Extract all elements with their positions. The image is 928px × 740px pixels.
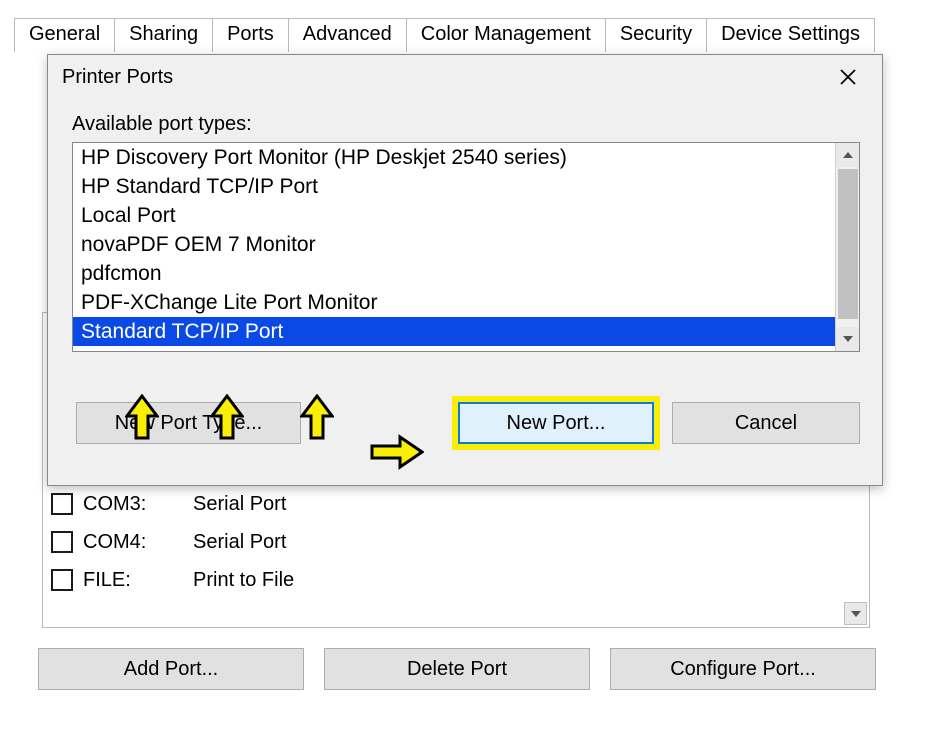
port-desc: Serial Port bbox=[193, 531, 286, 554]
tab-security[interactable]: Security bbox=[605, 18, 707, 52]
port-name: COM3: bbox=[83, 493, 193, 516]
port-checkbox[interactable] bbox=[51, 493, 73, 515]
port-action-buttons: Add Port... Delete Port Configure Port..… bbox=[38, 648, 876, 690]
tab-sharing[interactable]: Sharing bbox=[114, 18, 213, 52]
scroll-down-icon[interactable] bbox=[836, 327, 859, 351]
dialog-titlebar: Printer Ports bbox=[48, 55, 882, 99]
port-types-listbox[interactable]: HP Discovery Port Monitor (HP Deskjet 25… bbox=[72, 142, 860, 352]
port-row[interactable]: FILE: Print to File bbox=[43, 561, 869, 599]
dialog-title: Printer Ports bbox=[62, 66, 173, 89]
port-name: FILE: bbox=[83, 569, 193, 592]
delete-port-button[interactable]: Delete Port bbox=[324, 648, 590, 690]
annotation-arrow-right-icon bbox=[370, 434, 424, 470]
tab-general[interactable]: General bbox=[14, 18, 115, 52]
annotation-arrow-up-icon bbox=[125, 394, 159, 442]
port-name: COM4: bbox=[83, 531, 193, 554]
close-button[interactable] bbox=[820, 59, 876, 95]
new-port-highlight: New Port... bbox=[452, 396, 660, 450]
add-port-button[interactable]: Add Port... bbox=[38, 648, 304, 690]
port-type-item[interactable]: HP Standard TCP/IP Port bbox=[73, 172, 835, 201]
port-checkbox[interactable] bbox=[51, 531, 73, 553]
available-port-types-label: Available port types: bbox=[72, 113, 858, 136]
new-port-button[interactable]: New Port... bbox=[462, 406, 650, 440]
port-row[interactable]: COM4: Serial Port bbox=[43, 523, 869, 561]
tab-device-settings[interactable]: Device Settings bbox=[706, 18, 875, 52]
properties-tabs: General Sharing Ports Advanced Color Man… bbox=[14, 18, 874, 52]
configure-port-button[interactable]: Configure Port... bbox=[610, 648, 876, 690]
printer-ports-dialog: Printer Ports Available port types: HP D… bbox=[47, 54, 883, 486]
port-type-item[interactable]: HP Discovery Port Monitor (HP Deskjet 25… bbox=[73, 143, 835, 172]
port-desc: Serial Port bbox=[193, 493, 286, 516]
new-port-type-button[interactable]: New Port Type... bbox=[76, 402, 301, 444]
port-row[interactable]: COM3: Serial Port bbox=[43, 485, 869, 523]
scroll-up-icon[interactable] bbox=[836, 143, 859, 167]
port-type-item[interactable]: pdfcmon bbox=[73, 259, 835, 288]
listbox-scrollbar[interactable] bbox=[835, 143, 859, 351]
tab-advanced[interactable]: Advanced bbox=[288, 18, 407, 52]
annotation-arrow-up-icon bbox=[300, 394, 334, 442]
port-desc: Print to File bbox=[193, 569, 294, 592]
tab-color-management[interactable]: Color Management bbox=[406, 18, 606, 52]
port-type-item[interactable]: Local Port bbox=[73, 201, 835, 230]
annotation-arrow-up-icon bbox=[210, 394, 244, 442]
port-type-item[interactable]: PDF-XChange Lite Port Monitor bbox=[73, 288, 835, 317]
close-icon bbox=[839, 68, 857, 86]
port-checkbox[interactable] bbox=[51, 569, 73, 591]
port-type-item[interactable]: novaPDF OEM 7 Monitor bbox=[73, 230, 835, 259]
port-type-item-selected[interactable]: Standard TCP/IP Port bbox=[73, 317, 835, 346]
cancel-button[interactable]: Cancel bbox=[672, 402, 860, 444]
scroll-thumb[interactable] bbox=[838, 169, 858, 319]
tab-ports[interactable]: Ports bbox=[212, 18, 289, 52]
scroll-down-button[interactable] bbox=[844, 602, 867, 625]
